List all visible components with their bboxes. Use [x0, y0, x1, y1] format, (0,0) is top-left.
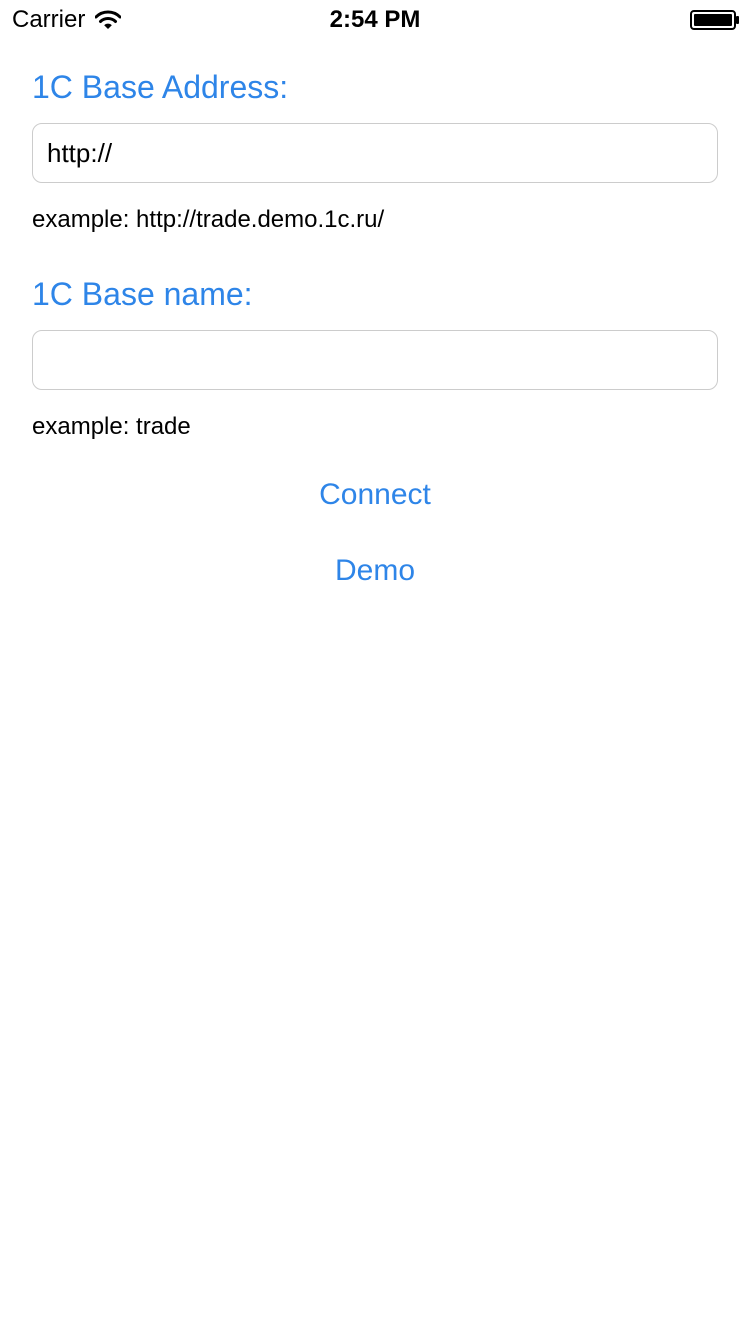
- status-bar: Carrier 2:54 PM: [0, 0, 750, 40]
- base-name-hint: example: trade: [32, 413, 191, 440]
- status-time: 2:54 PM: [329, 6, 421, 33]
- base-name-label: 1C Base name:: [32, 276, 253, 312]
- demo-button[interactable]: Demo: [275, 549, 475, 593]
- base-name-input[interactable]: [32, 330, 718, 390]
- base-address-label: 1C Base Address:: [32, 69, 289, 105]
- base-address-hint: example: http://trade.demo.1c.ru/: [32, 206, 385, 233]
- battery-full-icon: [690, 10, 740, 30]
- base-address-input[interactable]: [32, 123, 718, 183]
- connect-button[interactable]: Connect: [275, 473, 475, 517]
